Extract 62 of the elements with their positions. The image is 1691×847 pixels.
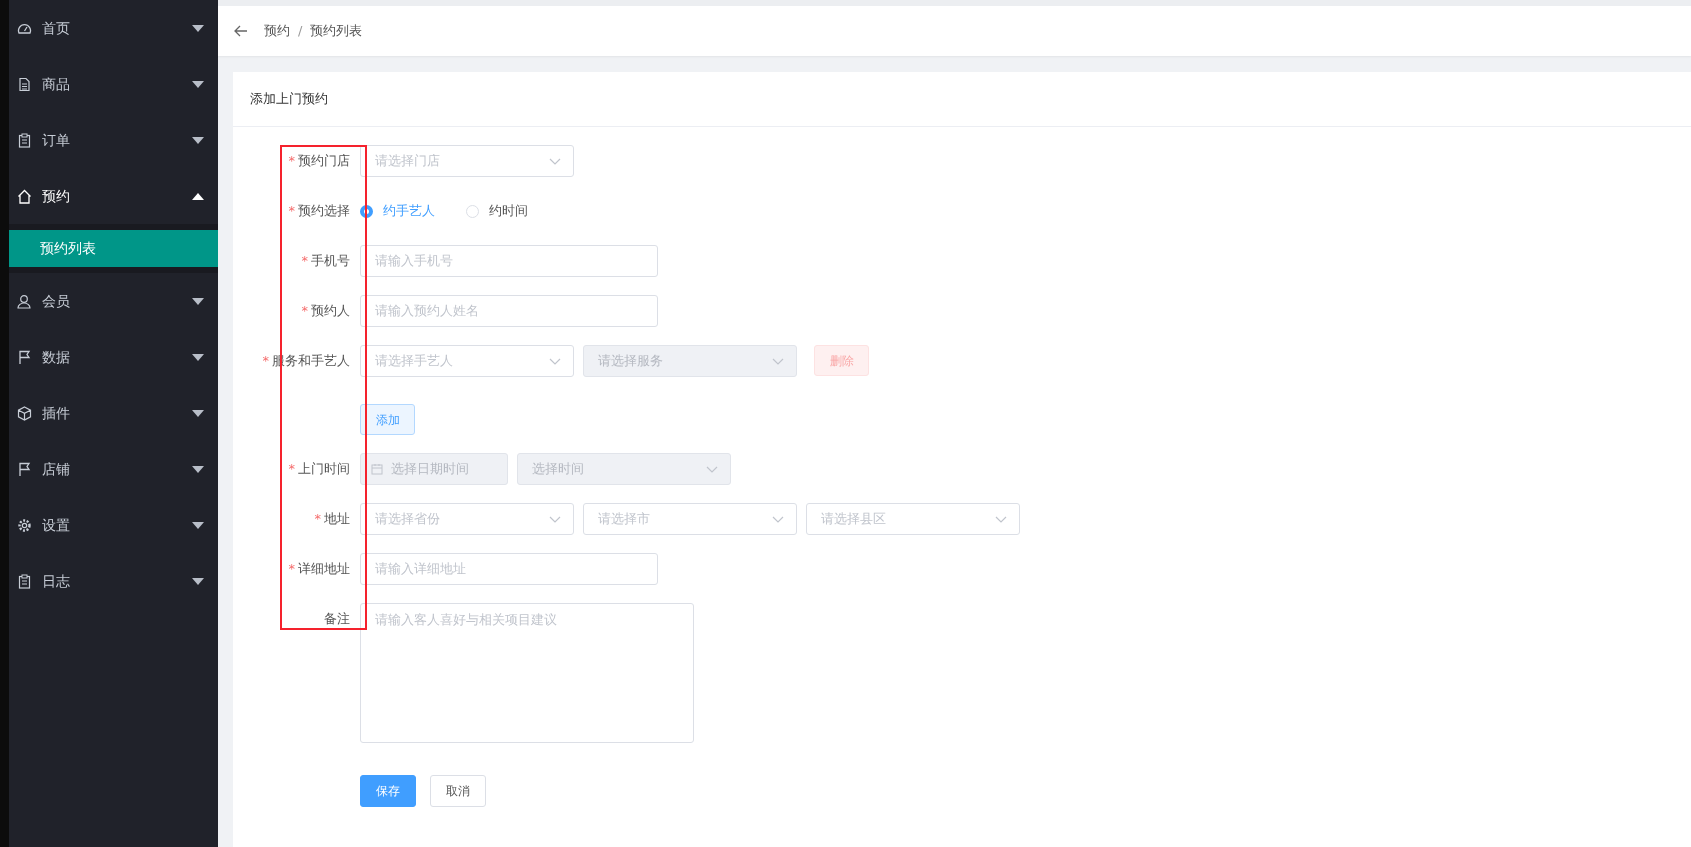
textarea-field[interactable]: 请输入客人喜好与相关项目建议 [360, 603, 694, 743]
chevron-down-icon [549, 157, 561, 165]
input-field[interactable]: 请输入预约人姓名 [360, 295, 658, 327]
placeholder-text: 请输入客人喜好与相关项目建议 [375, 611, 557, 629]
sidebar-item[interactable]: 会员 [9, 273, 218, 329]
card-title: 添加上门预约 [250, 90, 328, 109]
add-button[interactable]: 添加 [360, 404, 415, 435]
form-label: * 预约人 [300, 302, 351, 320]
input-field[interactable]: 请输入详细地址 [360, 553, 658, 585]
flag-icon [17, 349, 32, 365]
placeholder-text: 请选择市 [598, 510, 650, 529]
form-label: 备注 [323, 610, 351, 628]
form-label: * 上门时间 [287, 460, 351, 478]
cancel-button[interactable]: 取消 [430, 775, 486, 807]
select-field[interactable]: 请选择县区 [806, 503, 1020, 535]
clipboard-icon [17, 573, 32, 589]
clipboard-icon [17, 132, 32, 148]
form-label: * 手机号 [300, 252, 351, 270]
select-field[interactable]: 请选择省份 [360, 503, 574, 535]
radio-option[interactable]: 约手艺人 [360, 195, 435, 227]
breadcrumb-separator: / [298, 22, 303, 41]
sidebar-item[interactable]: 设置 [9, 497, 218, 553]
chevron-down-icon [772, 515, 784, 523]
sidebar-subitem[interactable]: 预约列表 [9, 230, 218, 267]
placeholder-text: 请选择手艺人 [375, 352, 453, 371]
sidebar-item[interactable]: 首页 [9, 0, 218, 56]
input-field[interactable]: 请输入手机号 [360, 245, 658, 277]
home-icon [17, 188, 32, 204]
chevron-down-icon [549, 515, 561, 523]
placeholder-text: 请输入预约人姓名 [375, 302, 479, 321]
form-label: * 预约门店 [287, 152, 351, 170]
form-label: * 预约选择 [287, 202, 351, 220]
breadcrumb-link[interactable]: 预约列表 [310, 21, 363, 41]
sidebar-item[interactable]: 日志 [9, 553, 218, 609]
radio-option[interactable]: 约时间 [466, 195, 528, 227]
save-button[interactable]: 保存 [360, 775, 416, 807]
cube-icon [17, 405, 32, 421]
sidebar-item[interactable]: 订单 [9, 112, 218, 168]
sidebar-item[interactable]: 数据 [9, 329, 218, 385]
back-arrow-icon[interactable] [234, 25, 248, 37]
sidebar-item[interactable]: 店铺 [9, 441, 218, 497]
placeholder-text: 请输入手机号 [375, 252, 453, 271]
form-label: * 详细地址 [287, 560, 351, 578]
flag-icon [17, 461, 32, 477]
sidebar-item[interactable]: 预约 [9, 168, 218, 224]
calendar-icon [371, 463, 383, 475]
select-field[interactable]: 请选择手艺人 [360, 345, 574, 377]
sidebar-item[interactable]: 商品 [9, 56, 218, 112]
user-icon [17, 293, 32, 309]
sidebar-item[interactable]: 插件 [9, 385, 218, 441]
chevron-down-icon [995, 515, 1007, 523]
chevron-down-icon [549, 357, 561, 365]
chevron-down-icon [706, 465, 718, 473]
chevron-down-icon [772, 357, 784, 365]
select-field[interactable]: 请选择市 [583, 503, 797, 535]
placeholder-text: 请选择省份 [375, 510, 440, 529]
form-label: * 地址 [313, 510, 351, 528]
placeholder-text: 请输入详细地址 [375, 560, 466, 579]
gear-icon [17, 517, 32, 533]
breadcrumb-link[interactable]: 预约 [264, 21, 290, 41]
document-icon [17, 76, 32, 92]
placeholder-text: 请选择县区 [821, 510, 886, 529]
